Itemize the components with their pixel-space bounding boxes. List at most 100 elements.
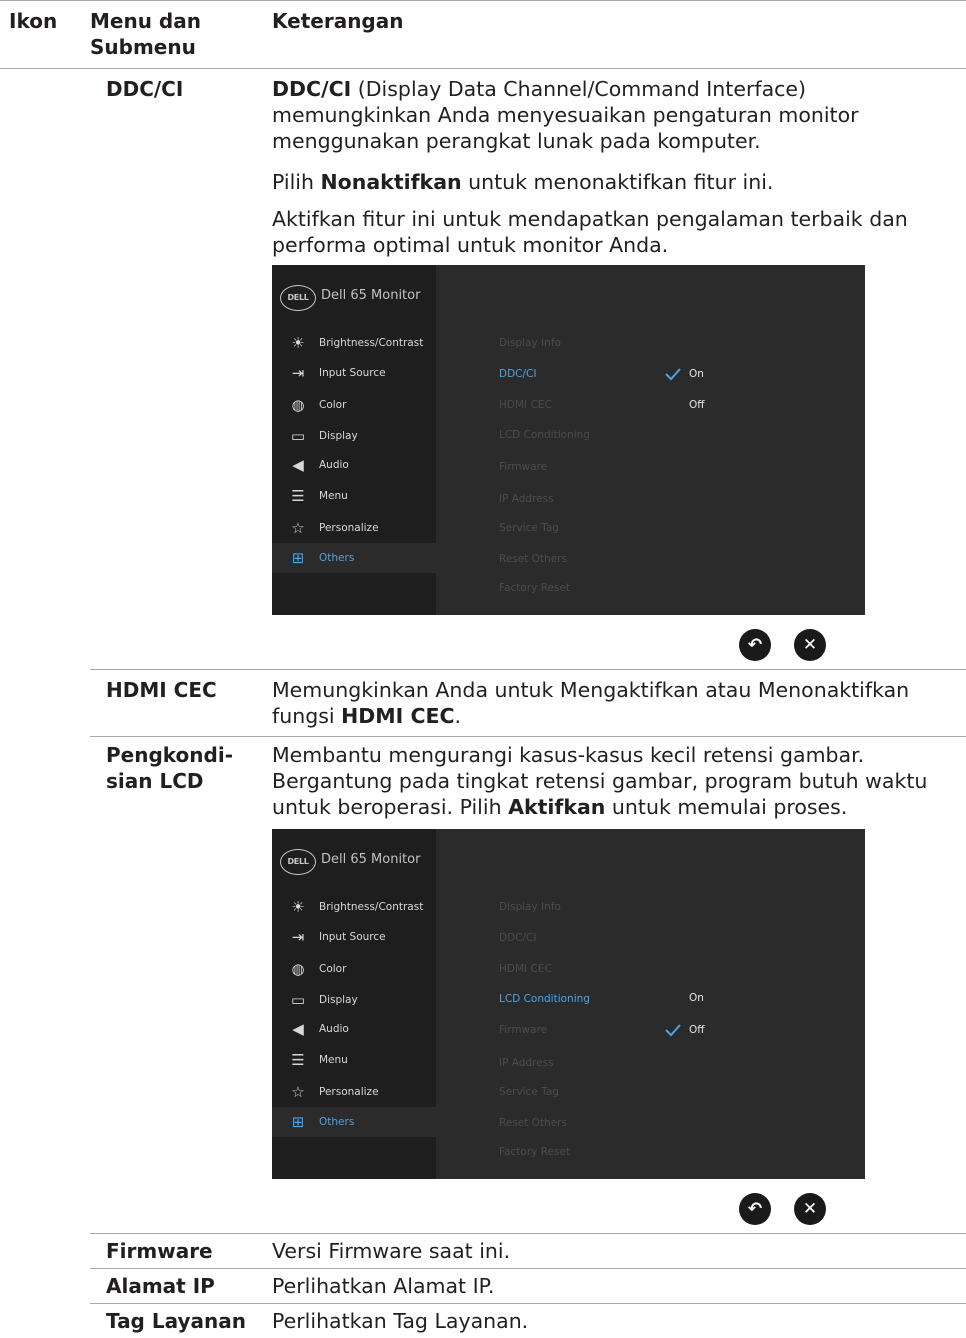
term-service-tag: Tag Layanan xyxy=(106,1309,246,1333)
osd-sub-firmware[interactable]: Firmware xyxy=(499,459,547,475)
osd-menu-personalize[interactable]: ☆ Personalize xyxy=(272,513,436,543)
osd-menu-panel: DELL Dell 65 Monitor ☀ Brightness/Contras… xyxy=(272,829,436,1179)
speaker-icon: ◀ xyxy=(292,456,304,474)
hdmi-cec-text-post: . xyxy=(454,704,462,728)
row-rule xyxy=(90,669,966,670)
osd-sub-hdmi-cec[interactable]: HDMI CEC xyxy=(499,961,552,977)
ddcci-description: DDC/CI (Display Data Channel/Command Int… xyxy=(272,76,958,154)
speaker-icon: ◀ xyxy=(292,1020,304,1038)
ddcci-instruction: Pilih Nonaktifkan untuk menonaktifkan fi… xyxy=(272,169,958,195)
ddcci-text: (Display Data Channel/Command Interface)… xyxy=(272,77,859,153)
service-tag-description: Perlihatkan Tag Layanan. xyxy=(272,1309,529,1333)
osd-option-off[interactable]: Off xyxy=(689,397,705,413)
osd-sub-hdmi-cec[interactable]: HDMI CEC xyxy=(499,397,552,413)
star-icon: ☆ xyxy=(291,519,305,537)
osd-menu-color[interactable]: ◍ Color xyxy=(272,390,436,420)
col-header-ikon: Ikon xyxy=(9,9,58,33)
row-rule xyxy=(90,1233,966,1234)
osd-sub-ddcci[interactable]: DDC/CI xyxy=(499,930,536,946)
dell-logo: DELL xyxy=(280,849,316,875)
osd-sub-display-info[interactable]: Display Info xyxy=(499,335,561,351)
col-header-menu: Menu dan Submenu xyxy=(90,9,201,59)
back-arrow-icon[interactable]: ↶ xyxy=(739,1193,771,1225)
ddcci-recommendation-text: Aktifkan fitur ini untuk mendapatkan pen… xyxy=(272,207,908,257)
osd-screenshot-lcd: DELL Dell 65 Monitor ☀ Brightness/Contras… xyxy=(272,829,865,1179)
ddcci-bold: DDC/CI xyxy=(272,77,352,101)
osd-option-on[interactable]: On xyxy=(689,366,704,382)
osd-model-name: Dell 65 Monitor xyxy=(321,288,421,303)
term-firmware: Firmware xyxy=(106,1239,213,1263)
osd-menu-audio[interactable]: ◀ Audio xyxy=(272,450,436,480)
osd-screenshot-ddcci: DELL Dell 65 Monitor ☀ Brightness/Contras… xyxy=(272,265,865,615)
check-icon xyxy=(665,1024,681,1037)
osd-sub-display-info[interactable]: Display Info xyxy=(499,899,561,915)
osd-sub-reset-others[interactable]: Reset Others xyxy=(499,1115,567,1131)
osd-sub-lcd-conditioning[interactable]: LCD Conditioning xyxy=(499,991,590,1007)
osd-option-off[interactable]: Off xyxy=(689,1022,705,1038)
hdmi-cec-description: Memungkinkan Anda untuk Mengaktifkan ata… xyxy=(272,677,958,729)
osd-menu-panel: DELL Dell 65 Monitor ☀ Brightness/Contras… xyxy=(272,265,436,615)
osd-menu-color[interactable]: ◍ Color xyxy=(272,954,436,984)
osd-sub-ip-address[interactable]: IP Address xyxy=(499,1055,554,1071)
osd-sub-lcd-conditioning[interactable]: LCD Conditioning xyxy=(499,427,590,443)
osd-menu-audio[interactable]: ◀ Audio xyxy=(272,1014,436,1044)
osd-model-name: Dell 65 Monitor xyxy=(321,852,421,867)
others-icon: ⊞ xyxy=(291,1113,305,1131)
close-icon[interactable]: ✕ xyxy=(794,1193,826,1225)
osd-menu-input-source[interactable]: ⇥ Input Source xyxy=(272,922,436,952)
term-hdmi-cec: HDMI CEC xyxy=(106,678,217,702)
lcd-text-post: untuk memulai proses. xyxy=(605,795,848,819)
star-icon: ☆ xyxy=(291,1083,305,1101)
osd-menu-brightness[interactable]: ☀ Brightness/Contrast xyxy=(272,328,436,358)
brightness-icon: ☀ xyxy=(291,334,305,352)
ip-address-description: Perlihatkan Alamat IP. xyxy=(272,1274,495,1298)
row-rule xyxy=(90,1268,966,1269)
osd-sub-factory-reset[interactable]: Factory Reset xyxy=(499,580,570,596)
input-source-icon: ⇥ xyxy=(291,928,305,946)
osd-sub-ddcci[interactable]: DDC/CI xyxy=(499,366,536,382)
display-icon: ▭ xyxy=(290,427,306,445)
osd-menu-menu[interactable]: ☰ Menu xyxy=(272,481,436,511)
lcd-bold: Aktifkan xyxy=(508,795,606,819)
osd-menu-brightness[interactable]: ☀ Brightness/Contrast xyxy=(272,892,436,922)
osd-menu-others[interactable]: ⊞ Others xyxy=(272,1107,436,1137)
term-ip-address: Alamat IP xyxy=(106,1274,215,1298)
display-icon: ▭ xyxy=(290,991,306,1009)
osd-sub-service-tag[interactable]: Service Tag xyxy=(499,1084,559,1100)
lcd-conditioning-description: Membantu mengurangi kasus-kasus kecil re… xyxy=(272,742,958,820)
firmware-description: Versi Firmware saat ini. xyxy=(272,1239,511,1263)
term-ddcci: DDC/CI xyxy=(106,77,184,101)
osd-menu-input-source[interactable]: ⇥ Input Source xyxy=(272,358,436,388)
osd-menu-display[interactable]: ▭ Display xyxy=(272,421,436,451)
back-arrow-icon[interactable]: ↶ xyxy=(739,629,771,661)
header-rule xyxy=(0,68,966,69)
osd-sub-factory-reset[interactable]: Factory Reset xyxy=(499,1144,570,1160)
top-rule xyxy=(0,0,966,1)
osd-menu-others[interactable]: ⊞ Others xyxy=(272,543,436,573)
color-palette-icon: ◍ xyxy=(291,396,305,414)
menu-icon: ☰ xyxy=(291,1051,305,1069)
close-icon[interactable]: ✕ xyxy=(794,629,826,661)
osd-menu-menu[interactable]: ☰ Menu xyxy=(272,1045,436,1075)
menu-icon: ☰ xyxy=(291,487,305,505)
brightness-icon: ☀ xyxy=(291,898,305,916)
color-palette-icon: ◍ xyxy=(291,960,305,978)
dell-logo: DELL xyxy=(280,285,316,311)
ddcci-instruction-bold: Nonaktifkan xyxy=(320,170,462,194)
osd-option-on[interactable]: On xyxy=(689,990,704,1006)
osd-sub-reset-others[interactable]: Reset Others xyxy=(499,551,567,567)
ddcci-recommendation: Aktifkan fitur ini untuk mendapatkan pen… xyxy=(272,206,958,258)
col-header-keterangan: Keterangan xyxy=(272,9,404,33)
input-source-icon: ⇥ xyxy=(291,364,305,382)
osd-sub-ip-address[interactable]: IP Address xyxy=(499,491,554,507)
others-icon: ⊞ xyxy=(291,549,305,567)
osd-menu-personalize[interactable]: ☆ Personalize xyxy=(272,1077,436,1107)
osd-menu-display[interactable]: ▭ Display xyxy=(272,985,436,1015)
ddcci-instruction-post: untuk menonaktifkan fitur ini. xyxy=(461,170,774,194)
ddcci-instruction-pre: Pilih xyxy=(272,170,321,194)
osd-sub-firmware[interactable]: Firmware xyxy=(499,1022,547,1038)
row-rule xyxy=(90,1303,966,1304)
hdmi-cec-bold: HDMI CEC xyxy=(341,704,455,728)
osd-sub-service-tag[interactable]: Service Tag xyxy=(499,520,559,536)
row-rule xyxy=(90,736,966,737)
